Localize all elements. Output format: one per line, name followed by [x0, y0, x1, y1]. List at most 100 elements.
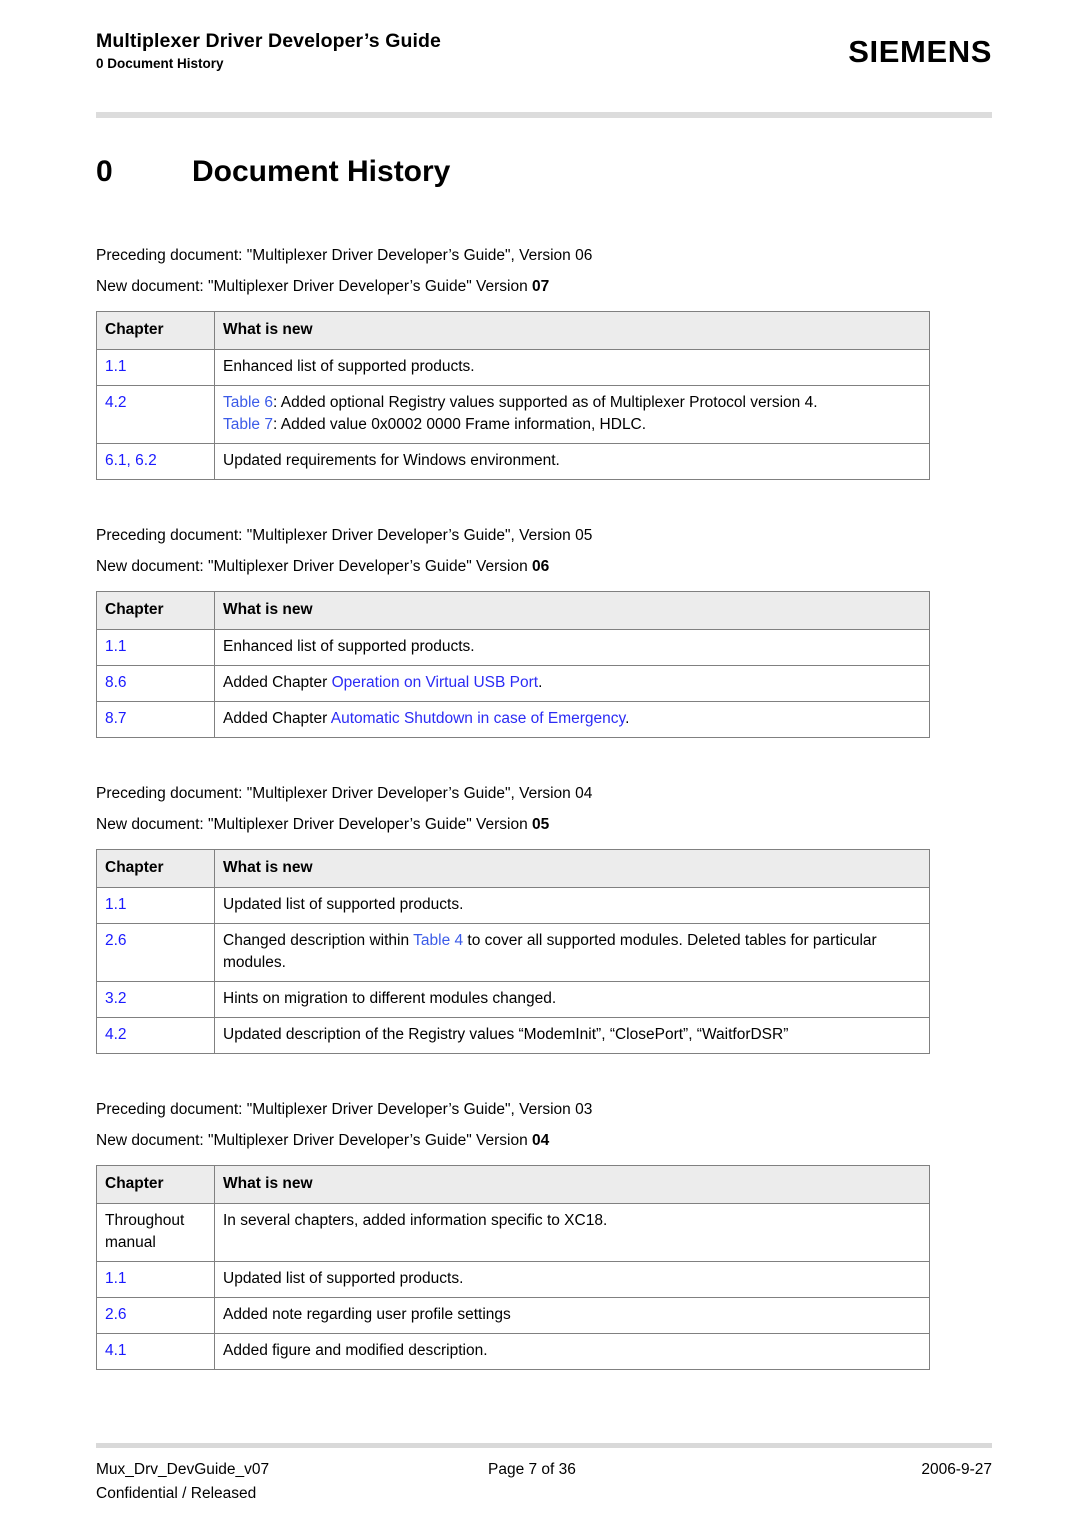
- column-header: Chapter: [96, 849, 215, 888]
- table-row: Throughout manual In several chapters, ad…: [96, 1203, 930, 1262]
- cell-text: Added Chapter: [223, 710, 331, 727]
- cell-text: Updated list of supported products.: [223, 896, 464, 913]
- table-row: 1.1 Updated list of supported products.: [96, 887, 930, 924]
- what-is-new-cell: Enhanced list of supported products.: [214, 629, 930, 666]
- chapter-cell[interactable]: 8.6: [96, 665, 215, 702]
- cell-text: Updated description of the Registry valu…: [223, 1026, 789, 1043]
- table-row: 1.1 Enhanced list of supported products.: [96, 349, 930, 386]
- table-row: 1.1 Updated list of supported products.: [96, 1261, 930, 1298]
- footer-document-id: Mux_Drv_DevGuide_v07: [96, 1461, 270, 1478]
- new-document-line: New document: "Multiplexer Driver Develo…: [96, 809, 992, 840]
- chapter-cell[interactable]: 4.2: [96, 1017, 215, 1054]
- table-header-row: Chapter What is new: [96, 1165, 930, 1204]
- chapter-cell[interactable]: 8.7: [96, 701, 215, 738]
- history-section: Preceding document: "Multiplexer Driver …: [96, 1094, 992, 1370]
- column-header: What is new: [214, 849, 930, 888]
- new-document-line: New document: "Multiplexer Driver Develo…: [96, 551, 992, 582]
- cell-text: Enhanced list of supported products.: [223, 358, 475, 375]
- table-row: 1.1 Enhanced list of supported products.: [96, 629, 930, 666]
- table-row: 8.7 Added Chapter Automatic Shutdown in c…: [96, 701, 930, 738]
- cell-text: Updated list of supported products.: [223, 1270, 464, 1287]
- document-page: Multiplexer Driver Developer’s Guide 0 D…: [0, 0, 1080, 1528]
- cell-text: In several chapters, added information s…: [223, 1212, 608, 1229]
- preceding-document-line: Preceding document: "Multiplexer Driver …: [96, 785, 593, 802]
- new-document-version: 05: [532, 816, 550, 833]
- column-header: What is new: [214, 591, 930, 630]
- preceding-document-line: Preceding document: "Multiplexer Driver …: [96, 527, 593, 544]
- what-is-new-cell: In several chapters, added information s…: [214, 1203, 930, 1262]
- table-row: 2.6 Changed description within Table 4 to…: [96, 923, 930, 982]
- chapter-cell[interactable]: 1.1: [96, 1261, 215, 1298]
- chapter-cell[interactable]: 3.2: [96, 981, 215, 1018]
- table-row: 6.1, 6.2 Updated requirements for Windows…: [96, 443, 930, 480]
- chapter-cell[interactable]: 1.1: [96, 349, 215, 386]
- chapter-cell[interactable]: 1.1: [96, 887, 215, 924]
- what-is-new-cell: Changed description within Table 4 to co…: [214, 923, 930, 982]
- what-is-new-cell: Updated description of the Registry valu…: [214, 1017, 930, 1054]
- history-table: Chapter What is new 1.1 Enhanced list of su…: [96, 311, 930, 480]
- header-titles: Multiplexer Driver Developer’s Guide 0 D…: [96, 28, 441, 74]
- document-title: Multiplexer Driver Developer’s Guide: [96, 30, 441, 52]
- new-document-version: 04: [532, 1132, 550, 1149]
- footer-divider: [96, 1443, 992, 1448]
- cell-text: Added note regarding user profile settin…: [223, 1306, 511, 1323]
- chapter-cell[interactable]: 4.1: [96, 1333, 215, 1370]
- cell-text: Added Chapter: [223, 674, 332, 691]
- chapter-cell[interactable]: 2.6: [96, 923, 215, 982]
- table-row: 8.6 Added Chapter Operation on Virtual US…: [96, 665, 930, 702]
- what-is-new-cell: Hints on migration to different modules …: [214, 981, 930, 1018]
- preceding-document-line: Preceding document: "Multiplexer Driver …: [96, 1101, 593, 1118]
- chapter-cell[interactable]: 6.1, 6.2: [96, 443, 215, 480]
- table-row: 4.2 Table 6: Added optional Registry valu…: [96, 385, 930, 444]
- chapter-cross-reference-link[interactable]: Operation on Virtual USB Port: [332, 674, 539, 691]
- table-row: 4.2 Updated description of the Registry v…: [96, 1017, 930, 1054]
- chapter-cross-reference-link[interactable]: Automatic Shutdown in case of Emergency: [331, 710, 625, 727]
- what-is-new-cell: Added Chapter Operation on Virtual USB P…: [214, 665, 930, 702]
- history-section: Preceding document: "Multiplexer Driver …: [96, 240, 992, 480]
- new-document-version: 06: [532, 558, 550, 575]
- table-cross-reference-link[interactable]: Table 6: [223, 394, 273, 411]
- page-footer: Mux_Drv_DevGuide_v07 Page 7 of 36 2006-9…: [96, 1458, 992, 1512]
- new-document-prefix: New document: "Multiplexer Driver Develo…: [96, 1132, 533, 1149]
- history-table: Chapter What is new 1.1 Enhanced list of su…: [96, 591, 930, 738]
- header-divider: [96, 112, 992, 118]
- new-document-line: New document: "Multiplexer Driver Develo…: [96, 1125, 992, 1156]
- what-is-new-cell: Added note regarding user profile settin…: [214, 1297, 930, 1334]
- document-body: Preceding document: "Multiplexer Driver …: [96, 240, 992, 1410]
- column-header: What is new: [214, 311, 930, 350]
- table-row: 2.6 Added note regarding user profile set…: [96, 1297, 930, 1334]
- history-section: Preceding document: "Multiplexer Driver …: [96, 778, 992, 1054]
- table-row: 3.2 Hints on migration to different modul…: [96, 981, 930, 1018]
- what-is-new-cell: Enhanced list of supported products.: [214, 349, 930, 386]
- new-document-version: 07: [532, 278, 550, 295]
- table-cross-reference-link[interactable]: Table 7: [223, 416, 273, 433]
- page-title: 0 Document History: [96, 152, 992, 192]
- chapter-cell[interactable]: 1.1: [96, 629, 215, 666]
- column-header: What is new: [214, 1165, 930, 1204]
- table-cross-reference-link[interactable]: Table 4: [413, 932, 463, 949]
- cell-text: .: [625, 710, 630, 727]
- cell-text: : Added value 0x0002 0000 Frame informat…: [272, 416, 647, 433]
- cell-text: Hints on migration to different modules …: [223, 990, 557, 1007]
- new-document-prefix: New document: "Multiplexer Driver Develo…: [96, 558, 533, 575]
- footer-date: 2006-9-27: [921, 1461, 992, 1478]
- column-header: Chapter: [96, 591, 215, 630]
- chapter-cell[interactable]: 2.6: [96, 1297, 215, 1334]
- chapter-cell[interactable]: 4.2: [96, 385, 215, 444]
- what-is-new-cell: Table 6: Added optional Registry values …: [214, 385, 930, 444]
- page-header: Multiplexer Driver Developer’s Guide 0 D…: [96, 28, 992, 108]
- cell-text: Added figure and modified description.: [223, 1342, 488, 1359]
- page-title-number: 0: [96, 155, 113, 188]
- chapter-cell: Throughout manual: [96, 1203, 215, 1262]
- table-row: 4.1 Added figure and modified description…: [96, 1333, 930, 1370]
- new-document-prefix: New document: "Multiplexer Driver Develo…: [96, 278, 533, 295]
- what-is-new-cell: Added Chapter Automatic Shutdown in case…: [214, 701, 930, 738]
- siemens-logo: SIEMENS: [848, 34, 992, 69]
- table-header-row: Chapter What is new: [96, 311, 930, 350]
- cell-text: Enhanced list of supported products.: [223, 638, 475, 655]
- table-header-row: Chapter What is new: [96, 849, 930, 888]
- cell-text: Updated requirements for Windows environ…: [223, 452, 560, 469]
- column-header: Chapter: [96, 311, 215, 350]
- column-header: Chapter: [96, 1165, 215, 1204]
- what-is-new-cell: Added figure and modified description.: [214, 1333, 930, 1370]
